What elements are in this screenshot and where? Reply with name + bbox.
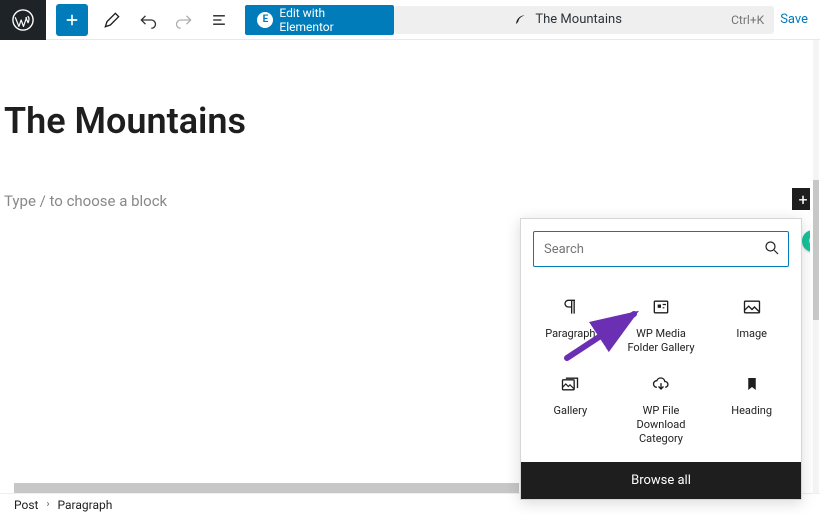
shortcut-label: Ctrl+K	[731, 13, 764, 27]
browse-all-button[interactable]: Browse all	[521, 462, 801, 499]
command-palette-button[interactable]: The Mountains Ctrl+K	[394, 6, 774, 34]
inserter-grid: Paragraph WP Media Folder Gallery Image …	[521, 279, 801, 462]
plus-icon: +	[798, 190, 807, 209]
redo-button[interactable]	[166, 0, 202, 40]
breadcrumb-root[interactable]: Post	[14, 498, 38, 512]
page-title-label: The Mountains	[535, 12, 622, 27]
details-button[interactable]	[202, 0, 238, 40]
block-wp-file-download-category[interactable]: WP File Download Category	[616, 362, 707, 453]
breadcrumb-leaf[interactable]: Paragraph	[57, 498, 112, 512]
block-label: WP Media Folder Gallery	[620, 327, 703, 356]
search-icon	[763, 239, 781, 257]
block-image[interactable]: Image	[706, 285, 797, 362]
block-heading[interactable]: Heading	[706, 362, 797, 453]
gallery-icon	[560, 374, 580, 394]
redo-icon	[174, 10, 194, 30]
block-label: Heading	[731, 404, 772, 432]
vertical-scrollbar[interactable]	[810, 40, 820, 493]
undo-icon	[138, 10, 158, 30]
inserter-search	[533, 231, 789, 267]
feather-icon	[513, 13, 527, 27]
top-bar: E Edit with Elementor The Mountains Ctrl…	[0, 0, 820, 40]
editor-canvas: The Mountains Type / to choose a block G	[0, 100, 820, 210]
edit-with-elementor-button[interactable]: E Edit with Elementor	[245, 5, 394, 35]
wordpress-logo[interactable]	[0, 0, 46, 40]
block-placeholder[interactable]: Type / to choose a block	[4, 192, 820, 210]
elementor-label: Edit with Elementor	[279, 6, 382, 34]
block-label: Image	[736, 327, 767, 355]
block-label: Paragraph	[545, 327, 595, 355]
image-icon	[742, 297, 762, 317]
block-label: Gallery	[553, 404, 587, 432]
tools-button[interactable]	[94, 0, 130, 40]
bookmark-icon	[743, 375, 761, 393]
wordpress-icon	[12, 9, 34, 31]
pilcrow-icon	[560, 297, 580, 317]
chevron-right-icon: ›	[46, 499, 49, 510]
media-folder-icon	[651, 297, 671, 317]
post-title[interactable]: The Mountains	[4, 100, 820, 142]
search-input[interactable]	[533, 231, 789, 267]
block-gallery[interactable]: Gallery	[525, 362, 616, 453]
block-wp-media-folder-gallery[interactable]: WP Media Folder Gallery	[616, 285, 707, 362]
save-button[interactable]: Save	[780, 12, 808, 27]
info-outline-icon	[209, 10, 229, 30]
block-paragraph[interactable]: Paragraph	[525, 285, 616, 362]
undo-button[interactable]	[130, 0, 166, 40]
plus-icon	[63, 11, 81, 29]
add-block-button[interactable]	[56, 4, 88, 36]
pen-icon	[102, 10, 122, 30]
elementor-icon: E	[257, 12, 273, 28]
block-inserter-panel: Paragraph WP Media Folder Gallery Image …	[520, 218, 802, 500]
block-label: WP File Download Category	[620, 404, 703, 447]
cloud-download-icon	[651, 374, 671, 394]
